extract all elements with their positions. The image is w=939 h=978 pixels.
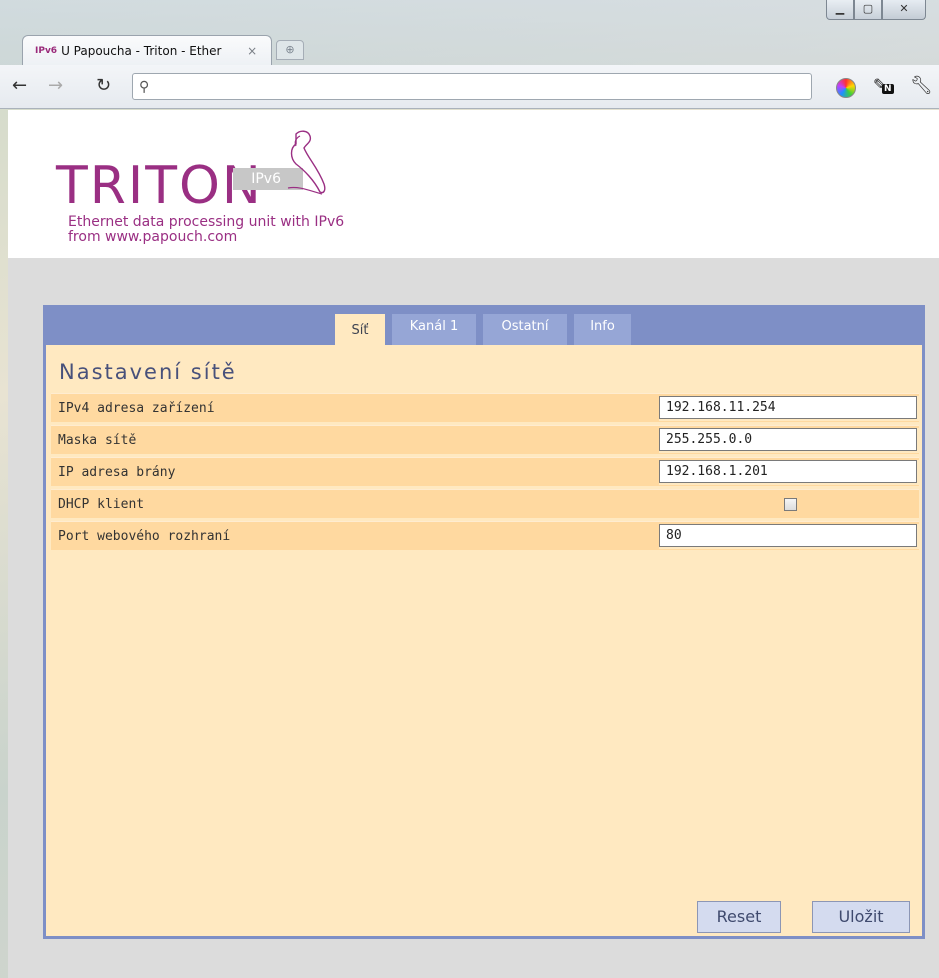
section-title: Nastavení sítě [59, 360, 237, 384]
close-tab-icon[interactable]: × [247, 44, 257, 58]
mask-value-cell [659, 428, 919, 453]
dhcp-checkbox[interactable] [784, 498, 797, 511]
tagline-line-1: Ethernet data processing unit with IPv6 [68, 214, 345, 230]
reset-button[interactable]: Reset [697, 901, 781, 933]
address-bar[interactable]: ⚲ [132, 73, 812, 100]
field-row-gateway: IP adresa brány [51, 457, 919, 486]
maximize-button[interactable]: ▢ [854, 0, 882, 20]
tab-ostatni[interactable]: Ostatní [483, 314, 567, 345]
back-arrow-icon[interactable]: ← [12, 75, 27, 97]
color-picker-extension-icon[interactable] [836, 78, 856, 98]
ipv6-favicon-icon: IPv6 [35, 45, 58, 56]
mask-label: Maska sítě [58, 433, 137, 448]
field-row-port: Port webového rozhraní [51, 521, 919, 550]
browser-toolbar: ← → ↻ ⚲ ✎ N 🔧︎ [0, 65, 939, 109]
port-input[interactable] [659, 524, 917, 547]
mask-input[interactable] [659, 428, 917, 451]
search-icon: ⚲ [139, 78, 150, 95]
new-tab-button[interactable]: ⊕ [276, 40, 304, 60]
gateway-label: IP adresa brány [58, 465, 176, 480]
parrot-logo-icon [287, 130, 326, 195]
field-row-dhcp: DHCP klient [51, 489, 919, 518]
ipv4-input[interactable] [659, 396, 917, 419]
panel-tab-bar: Síť Kanál 1 Ostatní Info [46, 308, 922, 345]
window-controls: ▁ ▢ ✕ [826, 0, 926, 26]
dhcp-value-cell [659, 492, 919, 517]
web-page: TRITON IPv6 Ethernet data processing uni… [8, 110, 939, 978]
tab-sit[interactable]: Síť [335, 314, 385, 345]
dhcp-label: DHCP klient [58, 497, 145, 512]
reload-icon[interactable]: ↻ [96, 75, 111, 97]
tab-title: U Papoucha - Triton - Ether [61, 43, 222, 58]
tab-kanal-1[interactable]: Kanál 1 [392, 314, 476, 345]
forward-arrow-icon[interactable]: → [48, 75, 63, 97]
window-titlebar: IPv6 U Papoucha - Triton - Ether × ⊕ ▁ ▢… [0, 0, 939, 72]
ipv4-label: IPv4 adresa zařízení [58, 401, 215, 416]
page-header: TRITON IPv6 Ethernet data processing uni… [8, 110, 939, 258]
ipv4-value-cell [659, 396, 919, 421]
field-row-mask: Maska sítě [51, 425, 919, 454]
tagline: Ethernet data processing unit with IPv6 … [68, 215, 344, 245]
tab-info[interactable]: Info [574, 314, 631, 345]
address-input[interactable] [155, 79, 796, 94]
gateway-input[interactable] [659, 460, 917, 483]
gateway-value-cell [659, 460, 919, 485]
field-row-ipv4: IPv4 adresa zařízení [51, 393, 919, 422]
extension-badge: N [882, 84, 894, 94]
port-label: Port webového rozhraní [58, 529, 231, 544]
close-window-button[interactable]: ✕ [882, 0, 926, 20]
minimize-button[interactable]: ▁ [826, 0, 854, 20]
pen-extension-icon[interactable]: ✎ N [873, 75, 894, 94]
triton-logo: TRITON [56, 156, 263, 216]
port-value-cell [659, 524, 919, 549]
settings-panel: Síť Kanál 1 Ostatní Info Nastavení sítě … [43, 305, 925, 939]
browser-tab[interactable]: IPv6 U Papoucha - Triton - Ether × [22, 35, 272, 65]
tagline-line-2: from www.papouch.com [68, 229, 238, 245]
wrench-menu-icon[interactable]: 🔧︎ [910, 75, 933, 96]
save-button[interactable]: Uložit [812, 901, 910, 933]
